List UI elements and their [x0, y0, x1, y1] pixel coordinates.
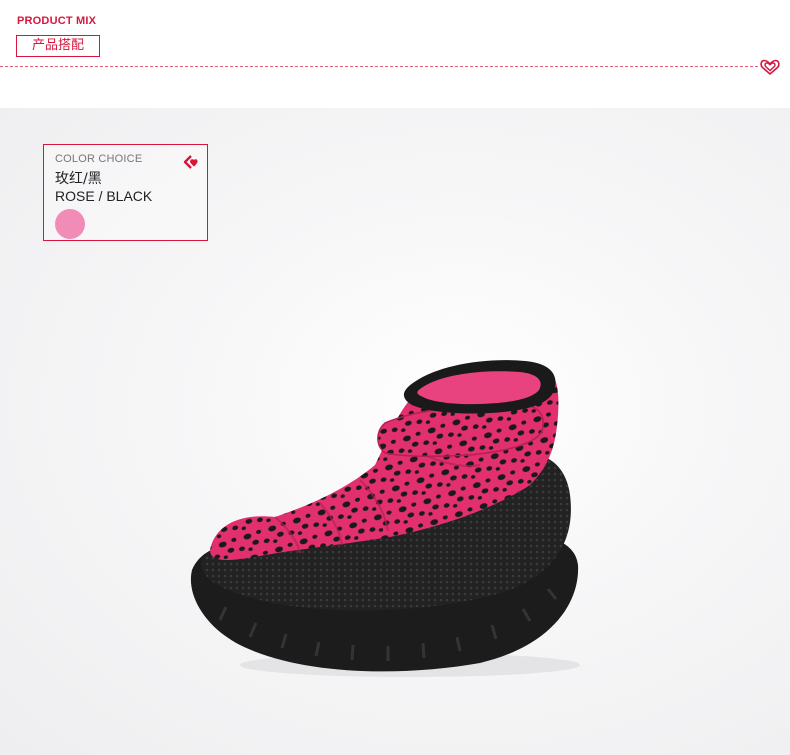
color-swatch[interactable]	[55, 209, 85, 239]
color-choice-label: COLOR CHOICE	[55, 153, 143, 165]
section-title: PRODUCT MIX	[17, 15, 97, 27]
double-heart-icon	[760, 59, 780, 76]
section-subtitle: 产品搭配	[16, 35, 100, 57]
color-choice-card: COLOR CHOICE 玫红/黑 ROSE / BLACK	[43, 144, 208, 241]
section-header: PRODUCT MIX 产品搭配	[0, 0, 790, 108]
color-name-english: ROSE / BLACK	[55, 188, 153, 204]
dashed-divider	[0, 66, 758, 67]
product-image	[190, 360, 580, 677]
color-name-chinese: 玫红/黑	[55, 171, 102, 187]
chevron-left-heart-icon	[183, 155, 198, 169]
